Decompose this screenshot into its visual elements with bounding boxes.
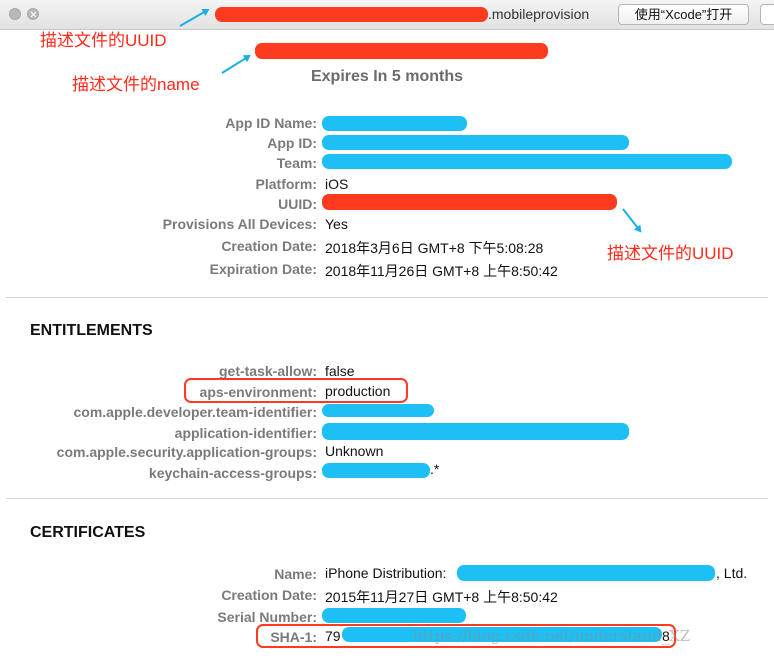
keychain-access-groups-suffix: .* (430, 461, 440, 477)
section-divider (6, 498, 768, 499)
platform-label: Platform: (255, 176, 317, 192)
share-button[interactable] (760, 4, 774, 25)
sha1-prefix: 79 (325, 628, 341, 644)
provisions-all-devices-label: Provisions All Devices: (162, 216, 317, 232)
watermark-text: https://blog.csdn.net/understand_XZ (413, 627, 691, 645)
open-with-xcode-button[interactable]: 使用“Xcode”打开 (618, 4, 749, 25)
section-divider (6, 297, 768, 298)
get-task-allow-label: get-task-allow: (218, 363, 317, 379)
provisions-all-devices-value: Yes (325, 216, 348, 232)
expires-subtitle: Expires In 5 months (310, 68, 464, 85)
redacted-application-identifier (322, 423, 629, 440)
app-id-name-label: App ID Name: (225, 115, 317, 131)
app-id-label: App ID: (267, 135, 317, 151)
uuid-label: UUID: (278, 196, 317, 212)
redacted-serial-number (322, 608, 466, 623)
redacted-uuid (322, 194, 617, 210)
redacted-app-id-name (322, 116, 467, 131)
aps-environment-value: production (325, 383, 391, 399)
get-task-allow-value: false (325, 363, 355, 379)
platform-value: iOS (325, 176, 349, 192)
application-identifier-label: application-identifier: (174, 425, 317, 441)
redacted-app-id (322, 135, 629, 150)
sha1-label: SHA-1: (270, 629, 317, 645)
team-label: Team: (276, 155, 317, 171)
certificate-name-prefix: iPhone Distribution: (325, 565, 447, 581)
close-window-icon[interactable] (9, 8, 21, 20)
window-title-suffix: .mobileprovision (488, 6, 590, 22)
security-groups-value: Unknown (325, 443, 384, 459)
redacted-filename (215, 7, 488, 22)
security-groups-label: com.apple.security.application-groups: (56, 444, 317, 460)
creation-date-value: 2018年3月6日 GMT+8 下午5:08:28 (325, 240, 544, 256)
keychain-access-groups-label: keychain-access-groups: (148, 465, 317, 481)
team-identifier-label: com.apple.developer.team-identifier: (73, 404, 317, 420)
certificate-name-suffix: , Ltd. (716, 565, 748, 581)
annotation-uuid-right: 描述文件的UUID (607, 244, 734, 263)
arrow-icon (622, 208, 642, 232)
redacted-team-identifier (322, 404, 434, 417)
redacted-keychain-group (322, 463, 430, 478)
certificates-title: CERTIFICATES (30, 524, 146, 541)
redacted-certificate-name (457, 565, 715, 581)
certificate-name-label: Name: (274, 566, 317, 582)
entitlements-title: ENTITLEMENTS (30, 322, 153, 339)
expiration-date-label: Expiration Date: (209, 261, 317, 277)
annotation-uuid-top: 描述文件的UUID (40, 31, 167, 50)
certificate-creation-date-value: 2015年11月27日 GMT+8 上午8:50:42 (325, 589, 558, 605)
certificate-creation-date-label: Creation Date: (221, 587, 317, 603)
creation-date-label: Creation Date: (221, 238, 317, 254)
close-x-icon[interactable] (27, 8, 39, 20)
aps-environment-label: aps-environment: (199, 384, 317, 400)
redacted-profile-name (255, 43, 548, 59)
expiration-date-value: 2018年11月26日 GMT+8 上午8:50:42 (325, 263, 558, 279)
redacted-team (322, 154, 732, 169)
serial-number-label: Serial Number: (217, 609, 317, 625)
